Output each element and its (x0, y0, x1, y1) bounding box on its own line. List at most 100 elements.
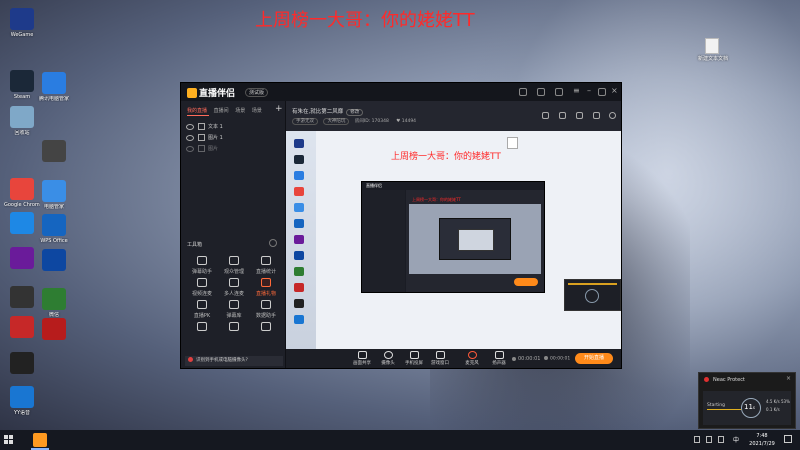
tool-label: 直播礼物 (255, 291, 276, 297)
room-chip[interactable]: 大神陪玩 (323, 118, 350, 125)
tool-icon (197, 300, 207, 309)
preview-app-icon (294, 283, 304, 292)
add-scene-icon[interactable]: + (275, 104, 283, 114)
input-method-indicator[interactable]: 中 (733, 435, 739, 444)
desktop-icon[interactable] (4, 286, 40, 320)
desktop-app-icon (42, 180, 66, 202)
taskbar-live-companion-icon[interactable] (33, 433, 47, 447)
source-item-text[interactable]: 文本 1 (186, 123, 223, 130)
skin-icon[interactable] (519, 88, 527, 96)
desktop-icon[interactable]: WPS Office (36, 214, 72, 248)
desktop-app-icon (42, 140, 66, 162)
gift-icon[interactable] (542, 112, 549, 119)
desktop-icon[interactable]: WeGame (4, 8, 40, 42)
desktop-icon[interactable]: Steam (4, 70, 40, 104)
source-item-image-2[interactable]: 图片 (186, 145, 218, 152)
desktop-app-icon (10, 386, 34, 408)
close-icon[interactable]: × (611, 86, 618, 95)
toolbox-item[interactable] (187, 322, 217, 334)
desktop-icon[interactable] (4, 316, 40, 350)
eye-icon[interactable] (186, 145, 194, 152)
preview-app-icon (294, 171, 304, 180)
source-item-image[interactable]: 图片 1 (186, 134, 223, 141)
preview-file-icon (507, 137, 518, 149)
message-icon[interactable] (537, 88, 545, 96)
notification-close-icon[interactable]: × (786, 375, 791, 382)
tool-label: 直播PK (193, 313, 211, 319)
toolbox-more-icon[interactable] (269, 239, 277, 247)
minimize-icon[interactable]: – (587, 86, 591, 95)
tray-network-icon[interactable] (718, 436, 724, 443)
clip-icon[interactable] (576, 112, 583, 119)
toolbox-item[interactable]: 多人连麦 (219, 278, 249, 297)
tab-scene-b[interactable]: 场景 (252, 108, 262, 114)
desktop-app-icon (10, 8, 34, 30)
desktop-icon[interactable] (36, 140, 72, 174)
toolbox-item[interactable]: 弹幕库 (219, 300, 249, 319)
live-timer-2: 00:00:01 (544, 356, 570, 362)
toolbox-item[interactable] (219, 322, 249, 334)
toolbox-item[interactable]: 直播礼物 (251, 278, 281, 297)
toolbox-item[interactable]: 直播统计 (251, 256, 281, 275)
desktop-icon[interactable] (4, 212, 40, 246)
game-window-button[interactable]: 游戏窗口 (428, 351, 452, 366)
preview-app-icon (294, 203, 304, 212)
action-center-icon[interactable] (784, 435, 792, 443)
camera-button[interactable]: 摄像头 (376, 351, 400, 366)
share-icon[interactable] (559, 112, 566, 119)
start-live-button[interactable]: 开始直播 (575, 353, 613, 364)
settings-icon[interactable] (555, 88, 563, 96)
microphone-button[interactable]: 麦克风 (460, 351, 484, 366)
game-window-icon (435, 351, 445, 359)
menu-icon[interactable]: ≡ (573, 86, 580, 95)
share-network-icon[interactable] (609, 112, 616, 119)
toolbox-item[interactable]: 弹幕助手 (187, 256, 217, 275)
desktop-icon[interactable] (4, 247, 40, 281)
desktop-icon[interactable]: 腾讯电脑管家 (36, 72, 72, 106)
version-badge: 测试版 (245, 88, 269, 97)
tray-shield-icon[interactable] (706, 436, 712, 443)
taskbar-clock[interactable]: 7:48 2021/7/29 (748, 432, 776, 448)
app-titlebar[interactable]: 直播伴侣 测试版 ≡ – × (181, 83, 621, 101)
desktop-icon[interactable]: YY语音 (4, 386, 40, 420)
speaker-icon (494, 351, 504, 359)
stream-preview[interactable]: 上周榜一大哥：你的姥姥TT 直播伴侣 上周榜一大哥：你的姥姥TT (286, 131, 621, 349)
windows-start-icon[interactable] (4, 435, 14, 445)
speaker-button[interactable]: 扬声器 (487, 351, 511, 366)
eye-icon[interactable] (186, 123, 194, 130)
image-source-icon (198, 145, 205, 152)
maximize-icon[interactable] (598, 88, 606, 96)
text-source-icon (198, 123, 205, 130)
desktop-icon[interactable]: 微信 (36, 288, 72, 322)
desktop-icon[interactable]: 电脑管家 (36, 180, 72, 214)
live-companion-window[interactable]: 直播伴侣 测试版 ≡ – × 我的直播 直播间 场景 场景 + 文本 1 图片 … (180, 82, 622, 369)
edit-title-button[interactable]: 修改 (346, 109, 364, 116)
neac-notification[interactable]: Neac Protect × Starting 11s 4.5 K/s 53% … (698, 372, 796, 429)
desktop-icon[interactable]: 回收站 (4, 106, 40, 140)
desktop-icon[interactable] (36, 318, 72, 352)
room-chip[interactable]: 手游无双 (292, 118, 318, 125)
toolbox-item[interactable]: 观众管理 (219, 256, 249, 275)
tray-chevron-icon[interactable] (694, 436, 700, 443)
desktop-icon[interactable]: Google Chrome (4, 178, 40, 212)
toolbox-item[interactable]: 数据助手 (251, 300, 281, 319)
desktop-icon[interactable] (36, 249, 72, 283)
tab-my-live[interactable]: 我的直播 (187, 108, 207, 114)
toolbox-item[interactable]: 直播PK (187, 300, 217, 319)
room-title: 有朱在,就比第二风靡 修改 (292, 107, 364, 116)
desktop-app-icon (10, 106, 34, 128)
text-file-label: 新建文本文档 (697, 56, 728, 62)
preview-notification (564, 279, 621, 311)
desktop-icon[interactable] (4, 352, 40, 386)
screen-share-button[interactable]: 画面共享 (350, 351, 374, 366)
preview-notification-bar (568, 283, 617, 285)
eye-icon[interactable] (186, 134, 194, 141)
tab-room[interactable]: 直播间 (214, 108, 229, 114)
toolbox-item[interactable] (251, 322, 281, 334)
text-file-icon[interactable] (705, 38, 719, 54)
tab-scene-a[interactable]: 场景 (235, 108, 245, 114)
toolbox-item[interactable]: 视频连麦 (187, 278, 217, 297)
phone-cast-button[interactable]: 手机投屏 (402, 351, 426, 366)
notify-icon[interactable] (593, 112, 600, 119)
camera-notice[interactable]: 识别到手机或电脑摄像头? (185, 356, 283, 366)
